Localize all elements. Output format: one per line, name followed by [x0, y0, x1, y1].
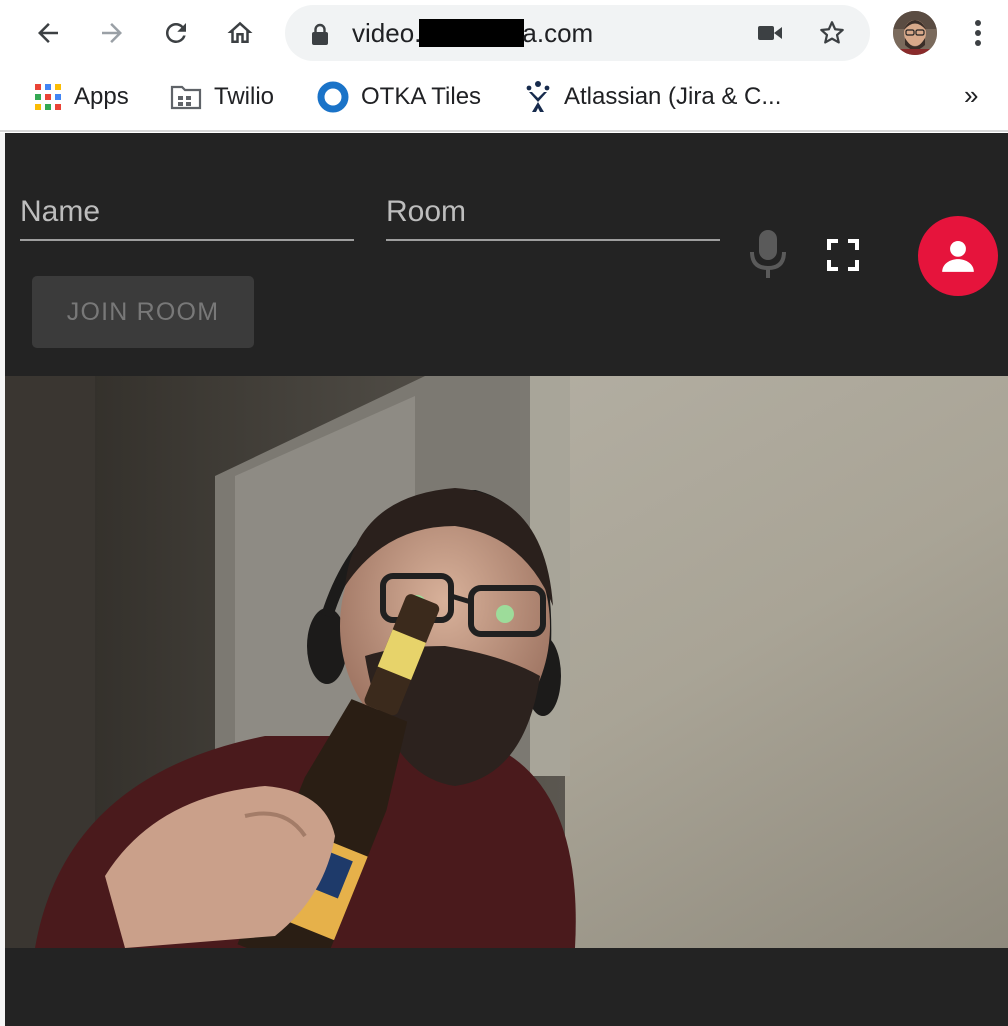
bookmarks-overflow-button[interactable]: » — [964, 80, 978, 111]
bookmark-label: Twilio — [214, 83, 275, 110]
bookmark-label: OTKA Tiles — [361, 83, 482, 110]
arrow-forward-icon — [102, 23, 122, 43]
url-suffix: a.com — [522, 18, 594, 48]
fullscreen-icon — [827, 239, 859, 271]
browser-menu-button[interactable] — [960, 13, 996, 53]
atlassian-icon — [526, 81, 550, 112]
profile-avatar[interactable] — [893, 11, 937, 55]
back-button[interactable] — [28, 13, 68, 53]
folder-icon — [170, 85, 202, 110]
kebab-menu-icon — [975, 20, 981, 46]
url-text[interactable]: video. a.com — [352, 19, 593, 47]
fullscreen-button[interactable] — [827, 239, 859, 276]
url-prefix: video. — [352, 18, 422, 48]
arrow-back-icon — [38, 23, 58, 43]
local-video-preview — [5, 376, 1008, 948]
webcam-frame — [5, 376, 1008, 948]
star-icon[interactable] — [818, 19, 846, 47]
avatar-photo — [893, 11, 937, 55]
bookmark-atlassian[interactable]: Atlassian (Jira & C... — [524, 80, 781, 114]
bookmark-apps[interactable]: Apps — [34, 80, 129, 114]
reload-button[interactable] — [156, 13, 196, 53]
participant-button[interactable] — [918, 216, 998, 296]
forward-button[interactable] — [92, 13, 132, 53]
bookmark-otka-tiles[interactable]: OTKA Tiles — [317, 80, 481, 114]
bookmark-label: Apps — [74, 83, 129, 110]
apps-grid-icon — [35, 84, 61, 110]
bookmark-twilio[interactable]: Twilio — [170, 80, 274, 114]
person-icon — [942, 240, 974, 272]
video-app: JOIN ROOM — [5, 133, 1008, 1026]
home-button[interactable] — [220, 13, 260, 53]
mic-button[interactable] — [745, 228, 791, 285]
video-camera-icon[interactable] — [757, 22, 783, 44]
home-icon — [227, 21, 253, 43]
reload-icon — [165, 22, 186, 43]
bookmarks-bar: Apps Twilio OTKA Tiles Atlassian (Jira &… — [0, 66, 1008, 132]
name-input[interactable] — [20, 185, 354, 239]
bookmark-label: Atlassian (Jira & C... — [564, 83, 782, 110]
ring-icon — [317, 81, 349, 113]
lock-icon[interactable] — [311, 23, 329, 45]
browser-toolbar: video. a.com — [0, 0, 1008, 66]
name-field[interactable] — [20, 185, 354, 241]
join-room-button[interactable]: JOIN ROOM — [32, 276, 254, 348]
microphone-icon — [750, 230, 786, 278]
room-field[interactable] — [386, 185, 720, 241]
address-bar[interactable]: video. a.com — [285, 5, 870, 61]
room-input[interactable] — [386, 185, 720, 239]
redaction-block — [419, 19, 525, 47]
